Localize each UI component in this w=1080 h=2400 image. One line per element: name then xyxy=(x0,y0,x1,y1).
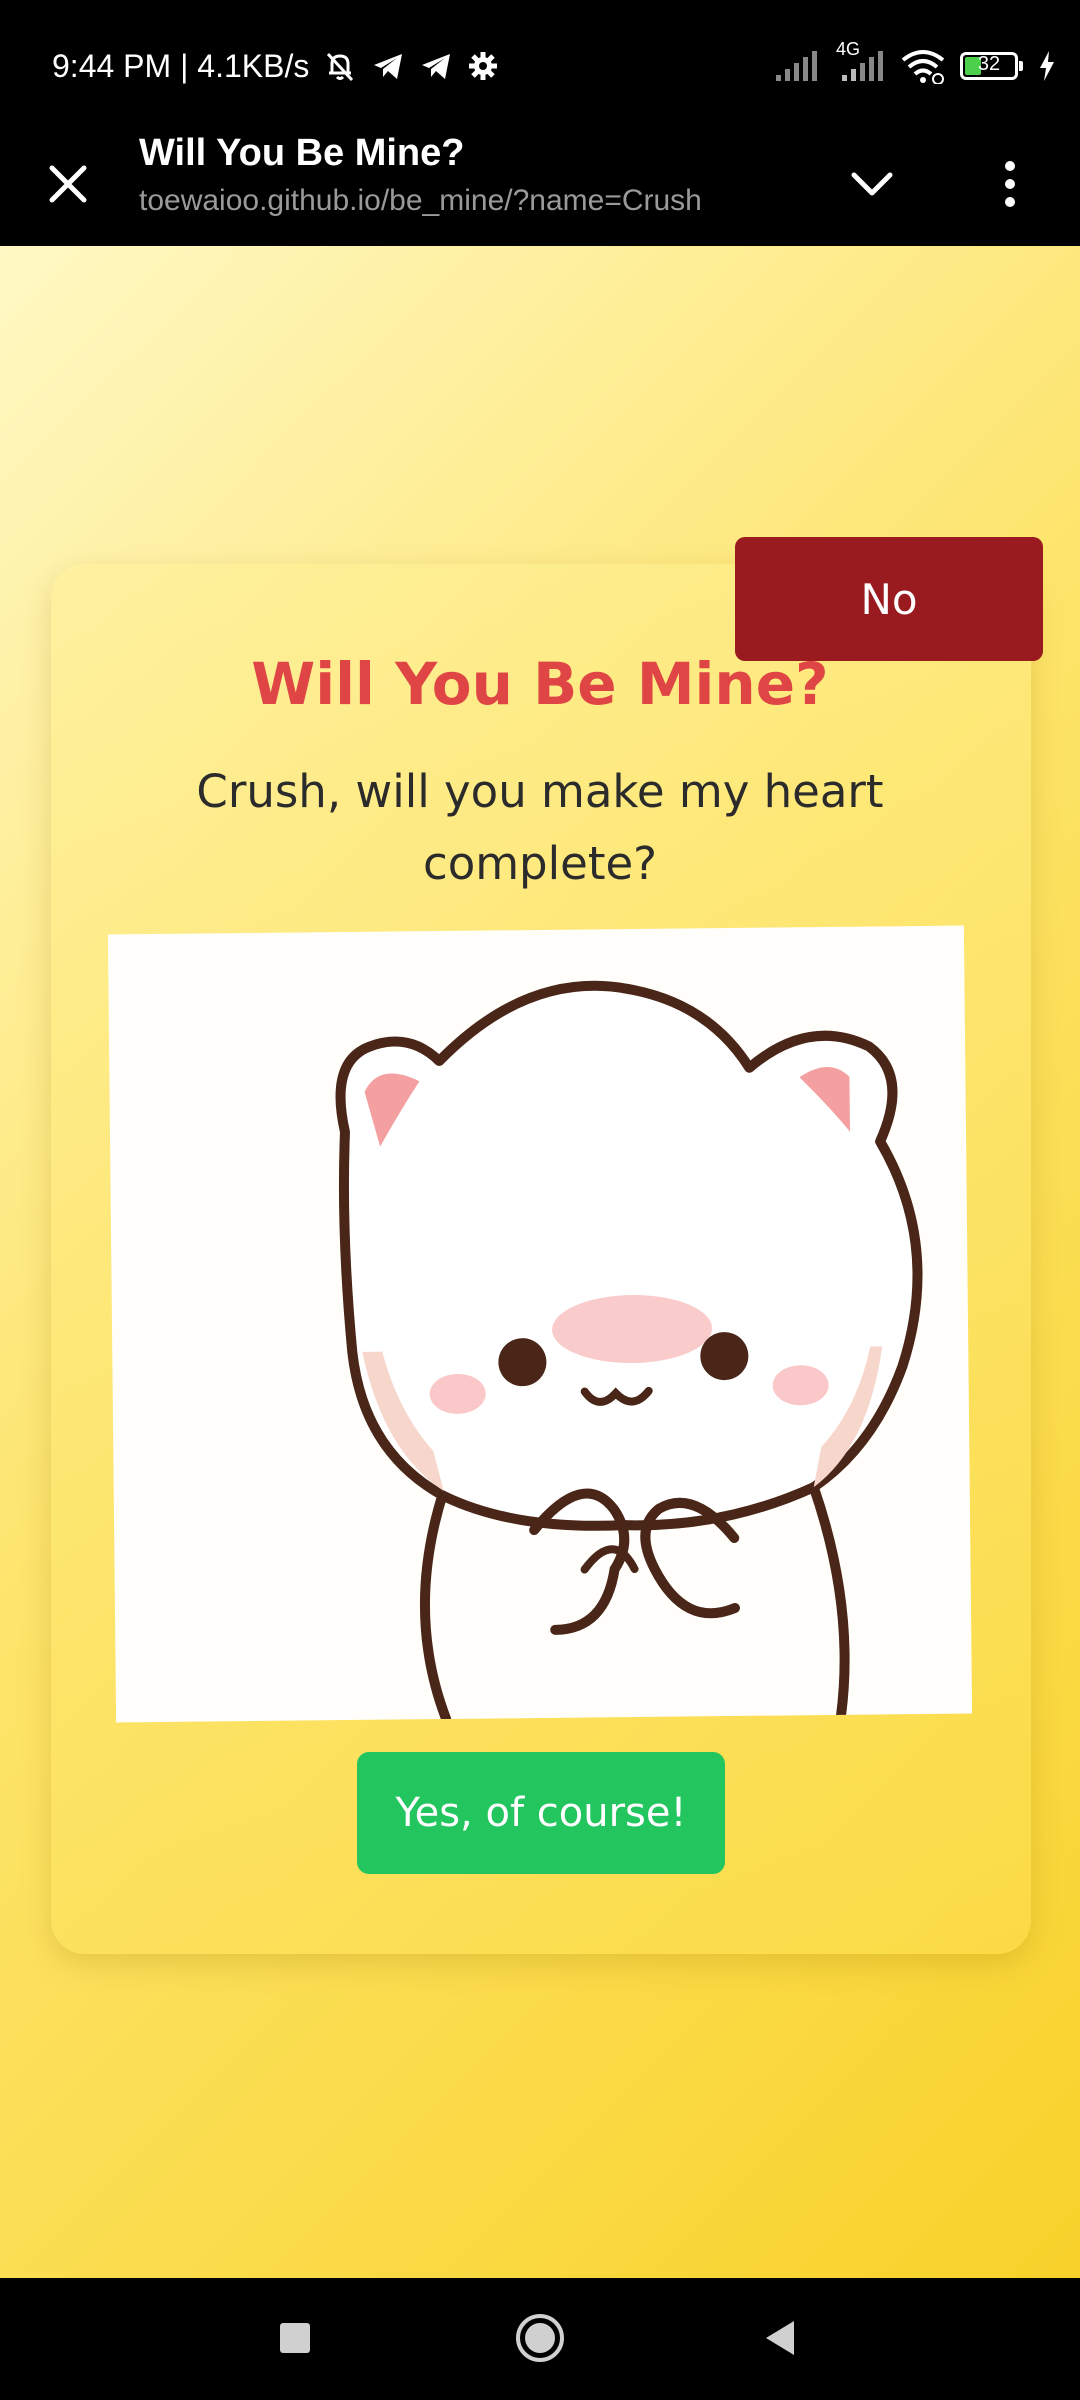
yes-button[interactable]: Yes, of course! xyxy=(357,1752,725,1874)
status-left: 9:44 PM | 4.1KB/s xyxy=(52,40,499,92)
browser-header: Will You Be Mine? toewaioo.github.io/be_… xyxy=(0,132,1080,246)
back-triangle-icon xyxy=(766,2321,794,2355)
signal-4g-icon: 4G xyxy=(834,39,886,83)
settings-gear-icon xyxy=(467,50,499,82)
navigation-bar xyxy=(0,2278,1080,2400)
chevron-down-icon xyxy=(851,172,893,196)
status-time-speed: 9:44 PM | 4.1KB/s xyxy=(52,47,310,84)
browser-url[interactable]: toewaioo.github.io/be_mine/?name=Crush xyxy=(139,184,702,218)
telegram-icon xyxy=(419,49,453,83)
charging-bolt-icon xyxy=(1038,50,1056,82)
page-subtitle: Crush, will you make my heart complete? xyxy=(196,765,884,890)
close-icon xyxy=(49,165,87,203)
recents-square-icon xyxy=(280,2323,310,2353)
telegram-icon xyxy=(371,49,405,83)
mute-bell-icon xyxy=(323,49,357,83)
battery-level: 32 xyxy=(977,53,1001,75)
recents-button[interactable] xyxy=(255,2298,335,2378)
home-circle-icon xyxy=(516,2314,564,2362)
network-label: 4G xyxy=(836,39,861,59)
no-button[interactable]: No xyxy=(735,537,1043,661)
back-button[interactable] xyxy=(740,2298,820,2378)
status-right: 4G 32 xyxy=(774,39,1056,92)
chevron-down-button[interactable] xyxy=(840,152,904,216)
web-content: Will You Be Mine? Crush, will you make m… xyxy=(0,246,1080,2278)
signal-icon xyxy=(774,49,820,83)
battery-icon: 32 xyxy=(960,52,1023,80)
more-options-button[interactable] xyxy=(980,152,1040,216)
wifi-icon xyxy=(900,48,946,84)
browser-title: Will You Be Mine? xyxy=(139,132,465,174)
close-button[interactable] xyxy=(36,152,100,216)
status-bar: 9:44 PM | 4.1KB/s 4G 32 xyxy=(0,0,1080,132)
more-vert-icon xyxy=(1005,161,1015,207)
home-button[interactable] xyxy=(500,2298,580,2378)
cat-illustration xyxy=(107,925,973,1723)
